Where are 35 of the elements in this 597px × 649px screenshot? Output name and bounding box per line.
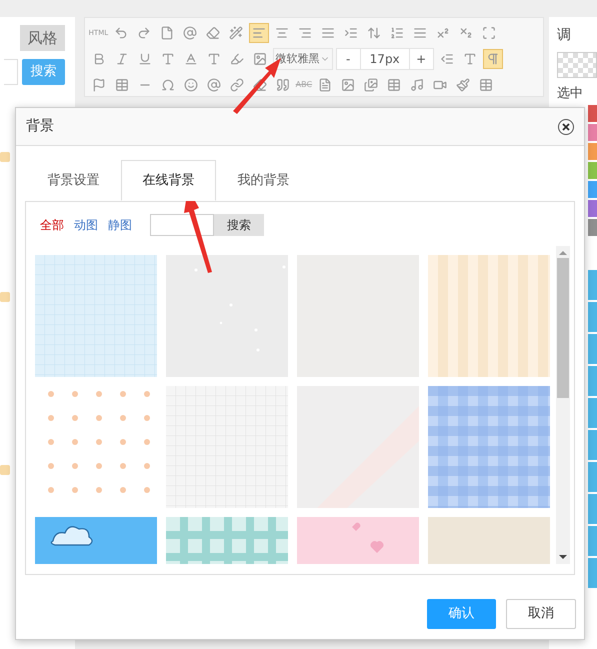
align-left-icon[interactable] [249, 23, 270, 43]
size-minus-button[interactable]: - [336, 49, 361, 69]
badge-icon [0, 465, 10, 475]
search-button[interactable]: 搜索 [214, 214, 264, 236]
scrollbar[interactable] [556, 246, 570, 564]
scroll-down-icon[interactable] [559, 552, 567, 562]
style-tab[interactable]: 风格 [20, 25, 65, 51]
color-swatch[interactable] [588, 219, 597, 236]
close-button[interactable] [558, 118, 574, 134]
scroll-up-icon[interactable] [559, 248, 567, 258]
font-size-value[interactable]: 17px [360, 50, 409, 68]
size-plus-button[interactable]: + [408, 49, 433, 69]
color-swatch[interactable] [588, 181, 597, 198]
filter-link[interactable]: 全部 [40, 216, 64, 234]
tab[interactable]: 在线背景 [121, 160, 216, 201]
selected-label: 选中 [557, 85, 584, 103]
tab[interactable]: 背景设置 [26, 160, 121, 201]
badge-icon [0, 292, 10, 302]
panel-title: 调 [557, 26, 572, 45]
color-swatch[interactable] [588, 200, 597, 217]
tab[interactable]: 我的背景 [216, 160, 311, 201]
dialog-title: 背景 [26, 117, 54, 136]
color-swatch[interactable] [588, 124, 597, 141]
badge-icon [0, 152, 10, 162]
color-swatch[interactable] [588, 162, 597, 179]
search-field[interactable] [150, 214, 214, 236]
cancel-button[interactable]: 取消 [506, 599, 576, 629]
close-icon [562, 122, 570, 130]
transparent-swatch[interactable] [557, 52, 597, 78]
pilcrow-icon[interactable] [482, 49, 503, 69]
search-input[interactable] [4, 59, 18, 85]
filter-link[interactable]: 静图 [108, 216, 132, 234]
color-swatch[interactable] [588, 105, 597, 122]
color-swatch[interactable] [588, 143, 597, 160]
filter-link[interactable]: 动图 [74, 216, 98, 234]
